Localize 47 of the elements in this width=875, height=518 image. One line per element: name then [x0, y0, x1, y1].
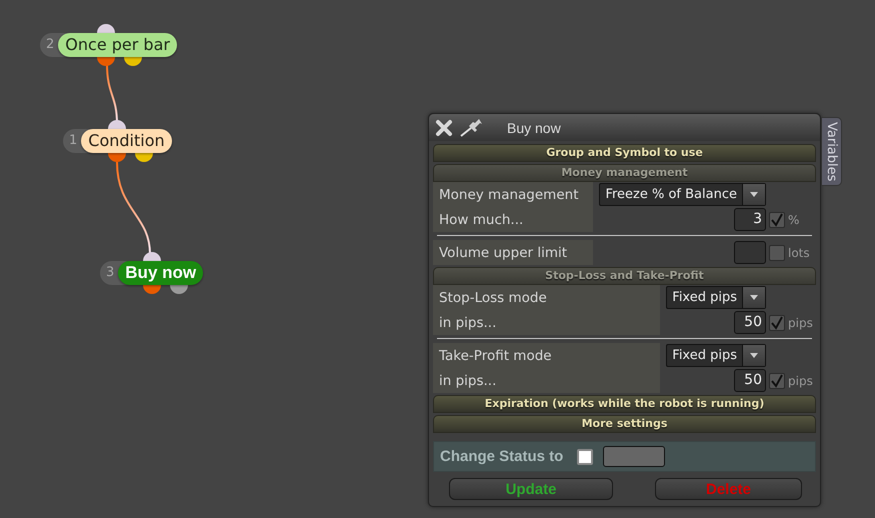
output-port[interactable] — [124, 57, 142, 66]
section-header[interactable]: Group and Symbol to use — [433, 144, 816, 162]
status-checkbox[interactable] — [577, 448, 594, 464]
output-port[interactable] — [108, 153, 126, 162]
input-port[interactable] — [143, 252, 162, 261]
unit-label: % — [788, 212, 800, 226]
number-field[interactable]: 50 — [734, 311, 766, 334]
output-port[interactable] — [96, 57, 115, 66]
section-header[interactable]: More settings — [433, 415, 816, 433]
dropdown[interactable]: Fixed pips — [666, 344, 766, 367]
input-port[interactable] — [108, 120, 126, 129]
close-icon[interactable] — [435, 118, 453, 136]
dropdown[interactable]: Freeze % of Balance — [599, 183, 766, 206]
node-label[interactable]: Buy now — [118, 261, 204, 285]
number-field[interactable]: 50 — [734, 369, 766, 392]
checkbox[interactable] — [769, 244, 785, 260]
variables-tab[interactable]: Variables — [821, 117, 842, 186]
window-title: Buy now — [507, 120, 561, 136]
unit-label: pips — [788, 316, 814, 330]
output-port[interactable] — [170, 285, 188, 294]
unit-label: lots — [788, 246, 811, 260]
checkbox[interactable] — [769, 372, 785, 388]
checkbox[interactable] — [769, 212, 785, 228]
status-field[interactable] — [603, 446, 666, 467]
number-field[interactable]: 3 — [734, 208, 766, 231]
output-port[interactable] — [143, 285, 162, 294]
caret-icon — [749, 192, 759, 198]
number-field[interactable] — [734, 241, 766, 264]
caret-icon — [749, 352, 759, 358]
input-port[interactable] — [96, 24, 115, 33]
field-label: in pips... — [433, 368, 660, 393]
field-label: Stop-Loss mode — [433, 285, 660, 310]
pin-icon[interactable] — [459, 118, 485, 138]
dropdown[interactable]: Fixed pips — [666, 286, 766, 309]
checkbox[interactable] — [769, 314, 785, 330]
node-label[interactable]: Condition — [81, 129, 172, 153]
output-port[interactable] — [135, 153, 154, 162]
section-header[interactable]: Expiration (works while the robot is running) — [433, 395, 816, 413]
unit-label: pips — [788, 374, 814, 388]
caret-icon — [749, 294, 759, 300]
field-label: Volume upper limit — [433, 240, 594, 265]
status-label: Change Status to — [440, 448, 564, 465]
node-label[interactable]: Once per bar — [58, 33, 177, 57]
field-label: Take-Profit mode — [433, 343, 660, 368]
field-label: Money management — [433, 182, 594, 207]
field-label: How much... — [433, 207, 594, 232]
field-label: in pips... — [433, 310, 660, 335]
